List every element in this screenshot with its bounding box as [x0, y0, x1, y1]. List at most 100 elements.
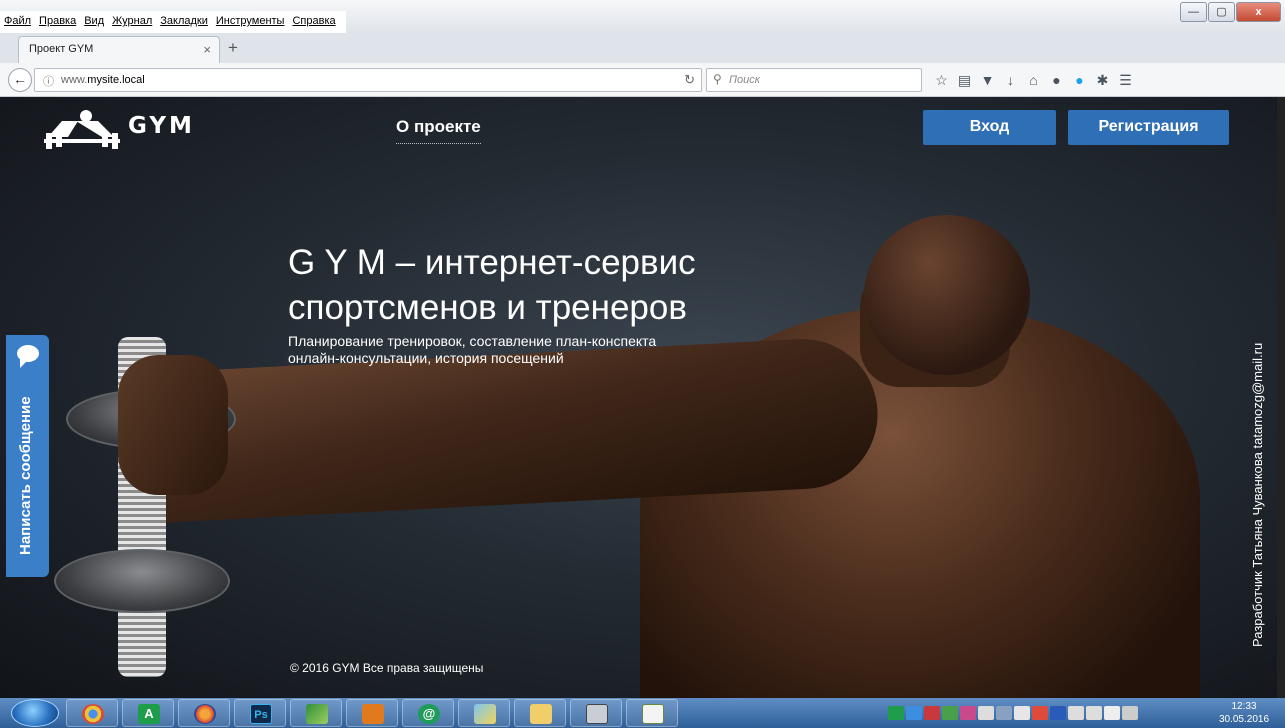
tray-antivirus-icon[interactable]	[924, 706, 940, 720]
home-icon[interactable]: ⌂	[1022, 70, 1045, 90]
menu-tools[interactable]: Инструменты	[212, 11, 289, 33]
system-tray	[888, 706, 1140, 720]
reading-list-icon[interactable]: ▤	[953, 70, 976, 90]
toolbar-icons: ☆ ▤ ▼ ↓ ⌂ ● ● ✱ ☰	[930, 70, 1137, 90]
hero-subtitle-line: Планирование тренировок, составление пла…	[288, 333, 657, 349]
tray-action-center-icon[interactable]	[1122, 706, 1138, 720]
media-taskbar-button[interactable]	[346, 699, 398, 727]
menu-file[interactable]: Файл	[0, 11, 35, 33]
star-icon[interactable]: ☆	[930, 70, 953, 90]
hero-title-line: G Y M – интернет-сервис	[288, 243, 696, 282]
page-viewport: GYM О проекте Вход Регистрация G Y M – и…	[0, 97, 1285, 698]
login-button[interactable]: Вход	[923, 110, 1056, 145]
calculator-taskbar-button[interactable]	[570, 699, 622, 727]
tray-language-icon[interactable]	[1050, 706, 1066, 720]
tray-flag-icon[interactable]	[1032, 706, 1048, 720]
tab-strip: Проект GYM × +	[0, 33, 1285, 63]
editor-taskbar-button[interactable]: A	[122, 699, 174, 727]
reload-icon[interactable]: ↻	[684, 72, 695, 88]
photoshop-icon: Ps	[250, 704, 272, 724]
tray-app-icon[interactable]	[906, 706, 922, 720]
firefox-icon	[194, 704, 216, 724]
copyright-text: © 2016 GYM Все права защищены	[290, 661, 484, 675]
mail-agent-icon: @	[418, 704, 440, 724]
pocket-icon[interactable]: ▼	[976, 70, 999, 90]
feedback-tab[interactable]: Написать сообщение	[6, 335, 49, 577]
dumbbell-logo-icon	[44, 110, 120, 149]
chat-icon[interactable]: ●	[1045, 70, 1068, 90]
taskbar: A Ps @ 12:33 30.05.2016	[0, 698, 1285, 728]
new-tab-button[interactable]: +	[228, 38, 238, 58]
clock-date: 30.05.2016	[1218, 714, 1270, 725]
menu-icon[interactable]: ☰	[1114, 70, 1137, 90]
tray-app-icon[interactable]	[996, 706, 1012, 720]
hero-subtitle: Планирование тренировок, составление пла…	[288, 333, 758, 367]
nav-toolbar: ← ⓘ www.mysite.local ↻ ⚲ Поиск ☆ ▤ ▼ ↓ ⌂…	[0, 63, 1285, 97]
tray-network-icon[interactable]	[1086, 706, 1102, 720]
tray-app-icon[interactable]	[960, 706, 976, 720]
clock-time: 12:33	[1231, 701, 1257, 712]
speech-bubble-icon	[17, 345, 39, 368]
explorer-taskbar-button[interactable]	[514, 699, 566, 727]
feedback-label: Написать сообщение	[17, 396, 34, 555]
search-icon: ⚲	[713, 72, 722, 86]
developer-credit: Разработчик Татьяна Чуванкова tatamozg@m…	[1250, 342, 1265, 647]
menu-history[interactable]: Журнал	[108, 11, 156, 33]
paint-icon	[474, 704, 496, 724]
hero-title: G Y M – интернет-сервис спортсменов и тр…	[288, 240, 808, 330]
url-domain: mysite.local	[87, 74, 145, 86]
register-button[interactable]: Регистрация	[1068, 110, 1229, 145]
skype-icon[interactable]: ●	[1068, 70, 1091, 90]
media-player-icon	[362, 704, 384, 724]
close-window-button[interactable]: x	[1236, 2, 1281, 22]
addon-icon[interactable]: ✱	[1091, 70, 1114, 90]
tray-app-icon[interactable]	[978, 706, 994, 720]
hero-subtitle-line: онлайн-консультации, история посещений	[288, 350, 564, 366]
paint-taskbar-button[interactable]	[458, 699, 510, 727]
window-controls: — ▢ x	[1179, 2, 1281, 22]
dumbbell-plate-image	[54, 549, 230, 613]
taskbar-clock[interactable]: 12:33 30.05.2016	[1210, 700, 1278, 726]
corel-icon	[306, 704, 328, 724]
minimize-button[interactable]: —	[1180, 2, 1207, 22]
calculator-icon	[586, 704, 608, 724]
tray-pin-icon[interactable]	[1014, 706, 1030, 720]
hero-title-line: спортсменов и тренеров	[288, 288, 687, 327]
logo-text: GYM	[128, 113, 195, 139]
photoshop-taskbar-button[interactable]: Ps	[234, 699, 286, 727]
menu-view[interactable]: Вид	[80, 11, 108, 33]
tray-device-icon[interactable]	[1068, 706, 1084, 720]
nav-about-link[interactable]: О проекте	[396, 117, 481, 144]
tray-app-icon[interactable]	[888, 706, 904, 720]
menu-edit[interactable]: Правка	[35, 11, 80, 33]
maximize-button[interactable]: ▢	[1208, 2, 1235, 22]
menu-help[interactable]: Справка	[288, 11, 339, 33]
search-placeholder: Поиск	[729, 74, 760, 86]
corel-taskbar-button[interactable]	[290, 699, 342, 727]
search-bar[interactable]: ⚲ Поиск	[706, 68, 922, 92]
back-button[interactable]: ←	[8, 68, 32, 92]
site-logo[interactable]: GYM	[42, 107, 212, 157]
notepad-taskbar-button[interactable]	[626, 699, 678, 727]
menu-bookmarks[interactable]: Закладки	[156, 11, 212, 33]
info-icon[interactable]: ⓘ	[43, 73, 54, 89]
url-prefix: www.	[61, 74, 88, 86]
notepad-icon	[642, 704, 664, 724]
start-button[interactable]	[11, 699, 59, 727]
download-icon[interactable]: ↓	[999, 70, 1022, 90]
athlete-hand-image	[118, 355, 228, 495]
firefox-taskbar-button[interactable]	[178, 699, 230, 727]
url-bar[interactable]: ⓘ www.mysite.local ↻	[34, 68, 702, 92]
explorer-icon	[530, 704, 552, 724]
page-scrollbar[interactable]	[1277, 97, 1285, 698]
text-editor-icon: A	[138, 704, 160, 724]
tray-volume-icon[interactable]	[1104, 706, 1120, 720]
back-arrow-icon: ←	[13, 71, 27, 87]
mail-taskbar-button[interactable]: @	[402, 699, 454, 727]
tab-title: Проект GYM	[29, 43, 94, 55]
tab-close-icon[interactable]: ×	[203, 42, 211, 57]
tray-app-icon[interactable]	[942, 706, 958, 720]
tab-active[interactable]: Проект GYM ×	[18, 36, 220, 63]
menu-list: Файл Правка Вид Журнал Закладки Инструме…	[0, 11, 346, 33]
chrome-taskbar-button[interactable]	[66, 699, 118, 727]
